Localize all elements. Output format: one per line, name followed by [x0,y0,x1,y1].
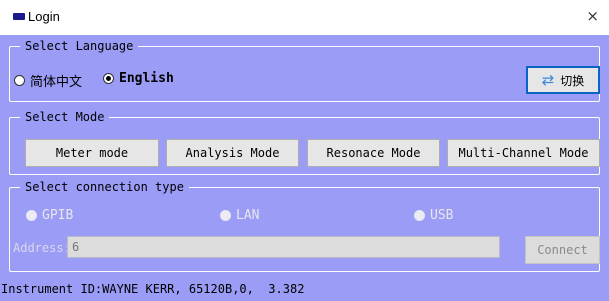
multi-channel-mode-button[interactable]: Multi-Channel Mode [447,139,600,167]
radio-usb[interactable]: USB [414,208,453,223]
radio-language-english[interactable]: English [103,71,174,86]
language-group: Select Language [9,38,600,102]
language-legend: Select Language [20,38,139,54]
connection-legend: Select connection type [20,179,189,195]
radio-icon [14,75,25,86]
radio-icon [414,210,425,221]
app-logo-icon [13,13,25,20]
switch-language-button[interactable]: ⇄ 切换 [526,66,600,94]
connect-button[interactable]: Connect [525,236,600,264]
radio-gpib[interactable]: GPIB [26,208,73,223]
resonance-mode-button[interactable]: Resonace Mode [307,139,440,167]
swap-arrows-icon: ⇄ [541,71,555,89]
radio-label: GPIB [42,208,74,223]
address-label: Address: [13,241,71,255]
address-input[interactable]: 6 [67,236,500,258]
radio-language-chinese[interactable]: 简体中文 [14,71,82,90]
meter-mode-button[interactable]: Meter mode [25,139,159,167]
radio-label: 简体中文 [30,75,83,90]
login-window: Login × Select Language 简体中文 English ⇄ 切… [0,0,609,301]
analysis-mode-button[interactable]: Analysis Mode [166,139,299,167]
status-text: Instrument ID:WAYNE KERR, 65120B,0, 3.38… [1,282,305,296]
switch-label: 切换 [560,73,585,88]
radio-lan[interactable]: LAN [220,208,259,223]
radio-icon [26,210,37,221]
radio-selected-icon [103,73,114,84]
radio-label: LAN [236,208,260,223]
title-bar: Login × [0,0,609,35]
radio-label: English [119,71,174,86]
radio-label: USB [430,208,454,223]
window-title: Login [28,9,60,24]
radio-icon [220,210,231,221]
connection-group: Select connection type [9,179,600,272]
close-icon[interactable]: × [586,7,599,25]
mode-legend: Select Mode [20,109,110,125]
